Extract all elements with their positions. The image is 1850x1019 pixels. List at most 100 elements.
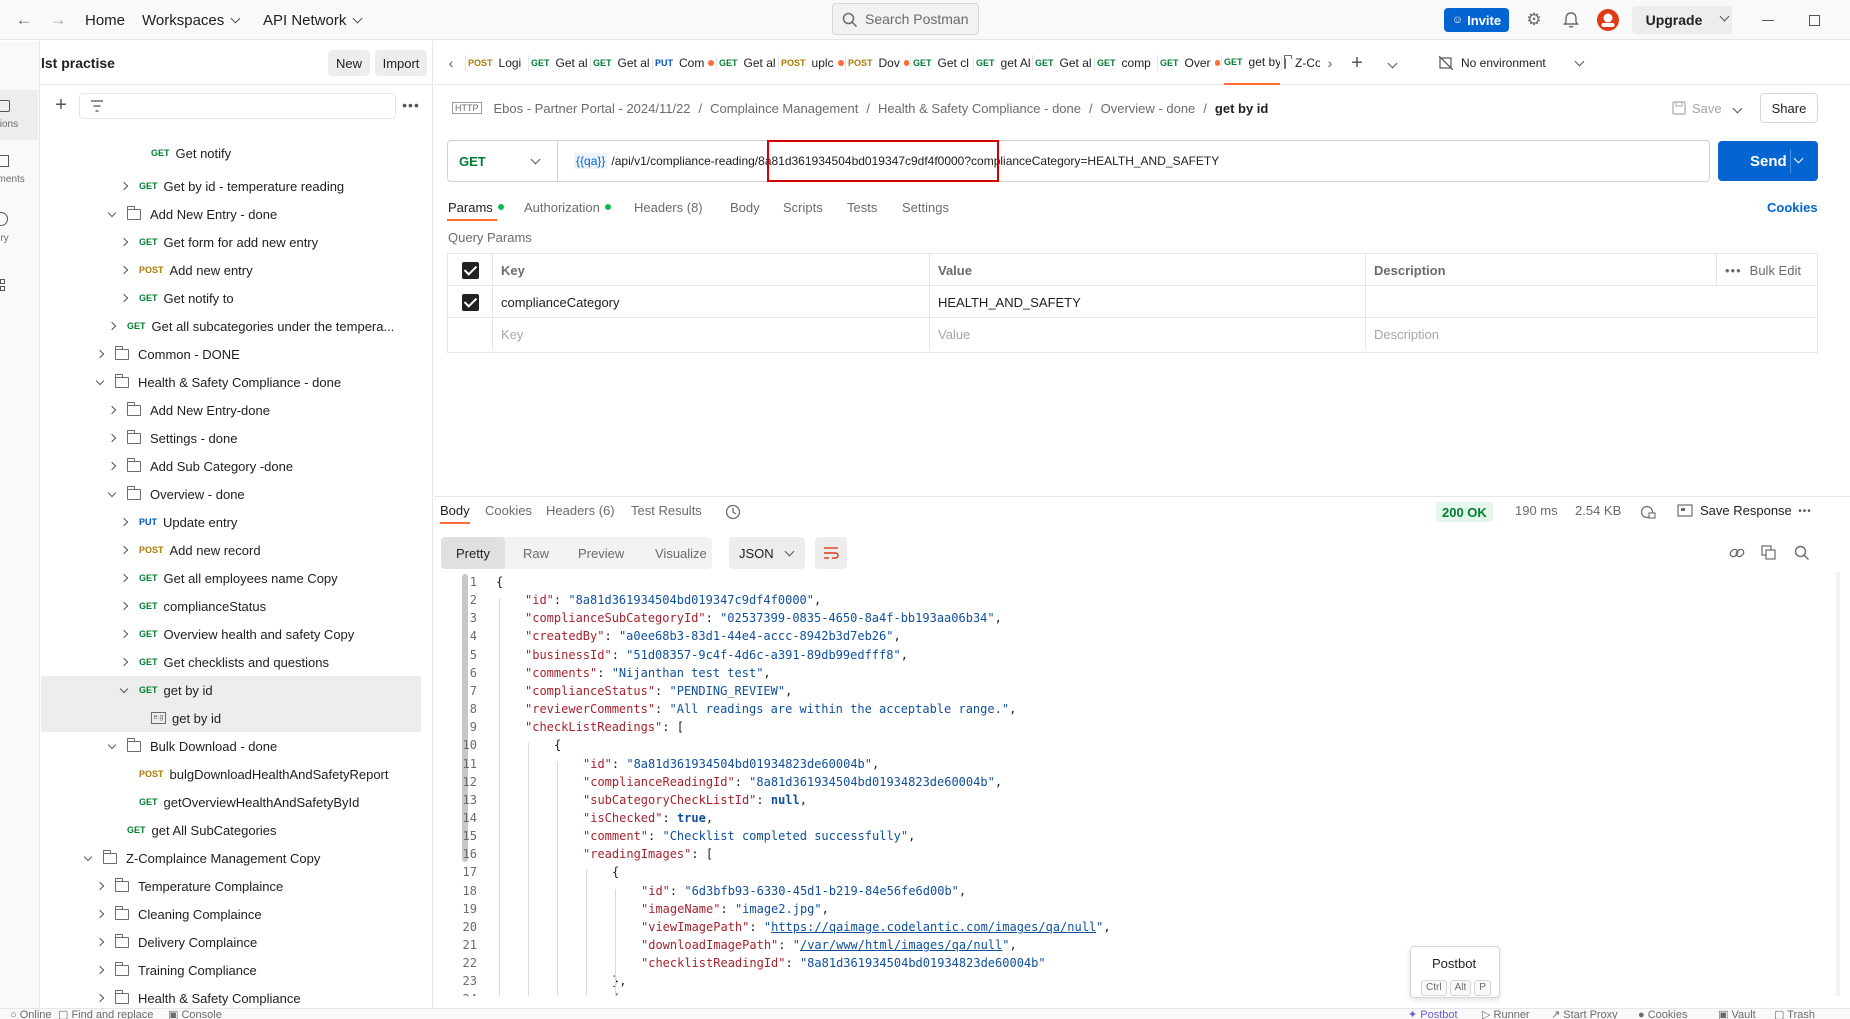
- request-item[interactable]: GET Overview health and safety Copy: [41, 620, 421, 648]
- request-tab[interactable]: GET Get al: [719, 41, 777, 85]
- editor-scrollbar[interactable]: [1836, 572, 1840, 996]
- request-tab[interactable]: GET Get al: [1035, 41, 1093, 85]
- wrap-lines-button[interactable]: [815, 537, 847, 569]
- save-response-button[interactable]: Save Response: [1677, 503, 1792, 518]
- request-tab[interactable]: GET Get cl: [913, 41, 972, 85]
- response-size[interactable]: 2.54 KB: [1575, 503, 1621, 518]
- share-button[interactable]: Share: [1760, 93, 1818, 123]
- request-item[interactable]: GET get by id: [41, 676, 421, 704]
- request-tab[interactable]: Z-Con: [1284, 41, 1320, 85]
- response-tab-test-results[interactable]: Test Results: [631, 503, 702, 518]
- folder-item[interactable]: Cleaning Complaince: [41, 900, 421, 928]
- gear-icon[interactable]: ⚙: [1524, 10, 1544, 30]
- rail-item-environments[interactable]: nments: [0, 145, 38, 195]
- plus-icon[interactable]: +: [51, 94, 71, 116]
- network-icon[interactable]: [1640, 505, 1656, 519]
- rail-item-history[interactable]: tory: [0, 202, 38, 252]
- method-select[interactable]: GET: [448, 141, 558, 181]
- tab-params[interactable]: Params: [448, 196, 504, 218]
- response-tab-headers[interactable]: Headers (6): [546, 503, 615, 518]
- cookies-button[interactable]: ● Cookies: [1638, 1009, 1687, 1019]
- chevron-right-icon[interactable]: [119, 517, 129, 527]
- param-enabled[interactable]: [448, 286, 493, 318]
- chevron-down-icon[interactable]: [1793, 153, 1804, 164]
- chevron-down-icon[interactable]: [1382, 53, 1402, 73]
- params-select-all[interactable]: [448, 254, 493, 286]
- param-key-cell[interactable]: complianceCategory: [493, 286, 930, 318]
- filter-input[interactable]: [79, 93, 396, 119]
- folder-item[interactable]: Overview - done: [41, 480, 421, 508]
- code-token[interactable]: https://qaimage.codelantic.com/images/qa…: [771, 920, 1096, 934]
- chevron-right-icon[interactable]: [95, 965, 105, 975]
- new-tab-icon[interactable]: +: [1347, 52, 1367, 74]
- maximize-icon[interactable]: [1804, 10, 1824, 30]
- environment-selector[interactable]: No environment: [1439, 41, 1585, 85]
- request-tab[interactable]: GET comp: [1097, 41, 1156, 85]
- save-dropdown-icon[interactable]: [1729, 100, 1745, 116]
- view-preview[interactable]: Preview: [578, 537, 624, 569]
- param-description-cell[interactable]: [1366, 286, 1817, 318]
- breadcrumb-item[interactable]: Complaince Management: [710, 101, 858, 116]
- response-tab-body[interactable]: Body: [440, 503, 470, 518]
- chevron-right-icon[interactable]: [119, 573, 129, 583]
- param-description-placeholder[interactable]: Description: [1366, 318, 1817, 350]
- folder-item[interactable]: Add Sub Category -done: [41, 452, 421, 480]
- api-network-menu[interactable]: API Network: [263, 0, 363, 40]
- folder-item[interactable]: Temperature Complaince: [41, 872, 421, 900]
- save-button[interactable]: Save: [1672, 96, 1722, 120]
- request-item[interactable]: GET get All SubCategories: [41, 816, 421, 844]
- tab-body[interactable]: Body: [730, 196, 760, 218]
- response-divider[interactable]: [434, 496, 1850, 497]
- format-select[interactable]: JSON: [729, 537, 805, 569]
- folder-item[interactable]: Common - DONE: [41, 340, 421, 368]
- bell-icon[interactable]: [1562, 11, 1580, 29]
- chevron-right-icon[interactable]: [119, 601, 129, 611]
- request-item[interactable]: GET Get notify: [41, 139, 421, 167]
- response-tab-cookies[interactable]: Cookies: [485, 503, 532, 518]
- chevron-down-icon[interactable]: [83, 852, 93, 861]
- chevron-right-icon[interactable]: [119, 237, 129, 247]
- chevron-down-icon[interactable]: [107, 488, 117, 497]
- request-item[interactable]: POST bulgDownloadHealthAndSafetyReport: [41, 760, 421, 788]
- checkbox[interactable]: [461, 261, 479, 279]
- checkbox[interactable]: [461, 293, 479, 311]
- request-item[interactable]: GET Get by id - temperature reading: [41, 172, 421, 200]
- minimize-icon[interactable]: [1758, 10, 1778, 30]
- upgrade-button[interactable]: Upgrade: [1632, 6, 1716, 34]
- postbot-button[interactable]: ✦ Postbot: [1408, 1009, 1458, 1019]
- request-tab[interactable]: GET get Al: [976, 41, 1031, 85]
- online-status[interactable]: ○ Online: [10, 1009, 52, 1019]
- tab-settings[interactable]: Settings: [902, 196, 949, 218]
- request-item[interactable]: GET Get form for add new entry: [41, 228, 421, 256]
- chevron-right-icon[interactable]: [95, 881, 105, 891]
- import-button[interactable]: Import: [375, 50, 427, 76]
- chevron-right-icon[interactable]: [95, 993, 105, 1003]
- forward-arrow-icon[interactable]: →: [48, 10, 68, 30]
- search-icon[interactable]: [1794, 545, 1810, 561]
- param-key-placeholder[interactable]: Key: [493, 318, 930, 350]
- chevron-right-icon[interactable]: [107, 433, 117, 443]
- request-item[interactable]: POST Add new record: [41, 536, 421, 564]
- request-item[interactable]: GET Get checklists and questions: [41, 648, 421, 676]
- view-raw[interactable]: Raw: [523, 537, 549, 569]
- code-token[interactable]: /var/www/html/images/qa/null: [800, 938, 1002, 952]
- request-tab[interactable]: GET Get al: [531, 41, 589, 85]
- request-tab[interactable]: POST uplc: [781, 41, 844, 85]
- tab-authorization[interactable]: Authorization: [524, 196, 611, 218]
- invite-button[interactable]: ☺ Invite: [1444, 8, 1509, 32]
- folder-item[interactable]: Bulk Download - done: [41, 732, 421, 760]
- start-proxy-button[interactable]: ↗ Start Proxy: [1551, 1009, 1618, 1019]
- folder-item[interactable]: Delivery Complaince: [41, 928, 421, 956]
- breadcrumb-item[interactable]: Ebos - Partner Portal - 2024/11/22: [494, 101, 691, 116]
- status-badge[interactable]: 200 OK: [1436, 502, 1493, 522]
- send-button[interactable]: Send: [1718, 141, 1818, 181]
- request-item[interactable]: GET Get all employees name Copy: [41, 564, 421, 592]
- upgrade-dropdown[interactable]: [1712, 6, 1732, 34]
- breadcrumb-item[interactable]: Health & Safety Compliance - done: [878, 101, 1081, 116]
- chevron-down-icon[interactable]: [107, 740, 117, 749]
- folder-item[interactable]: Settings - done: [41, 424, 421, 452]
- chevron-right-icon[interactable]: [95, 937, 105, 947]
- copy-icon[interactable]: [1761, 545, 1776, 560]
- trash-button[interactable]: ▢ Trash: [1774, 1009, 1815, 1019]
- bulk-edit-button[interactable]: ••• Bulk Edit: [1717, 254, 1817, 286]
